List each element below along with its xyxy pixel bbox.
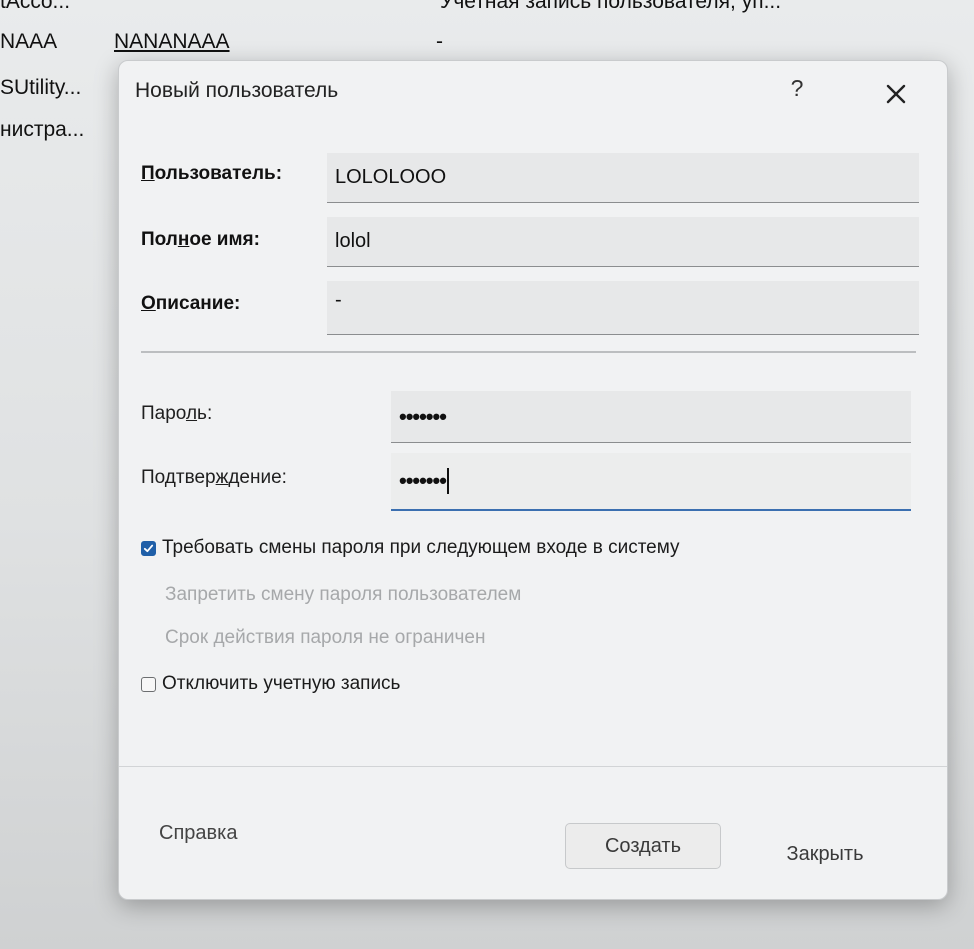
confirm-password-value: ••••••• [399,468,447,493]
forbid-password-change-checkbox: Запретить смену пароля пользователем [141,584,521,606]
password-label-post: ь: [197,403,213,424]
bg-row-3-name: нистра... [0,118,85,141]
unchecked-box-icon[interactable] [141,676,156,692]
help-icon[interactable]: ? [783,75,811,103]
require-password-change-label: Требовать смены пароля при следующем вхо… [162,537,680,558]
bg-row-0-name: tAcco... [0,0,71,13]
bg-row-1-description: - [436,30,443,53]
user-label-accel: П [141,163,155,184]
password-never-expires-label: Срок действия пароля не ограничен [165,627,486,648]
password-never-expires-checkbox: Срок действия пароля не ограничен [141,627,485,649]
description-label-accel: О [141,293,156,314]
fullname-label-post: ое имя: [189,229,260,250]
user-name-input[interactable]: LOLOLOOO [327,153,919,203]
password-label-accel: л [185,403,198,424]
forbid-password-change-label: Запретить смену пароля пользователем [165,584,522,605]
disable-account-checkbox[interactable]: Отключить учетную запись [141,673,400,695]
bg-row-0-description: Учетная запись пользователя, уп... [440,0,782,13]
bg-row-2-name: SUtility... [0,76,82,99]
password-label: Пароль: [141,403,212,425]
text-caret [446,468,449,494]
bg-row-1-fullname: NANANAAA [114,30,230,53]
bg-row-1-name: NAAA [0,30,58,53]
password-input[interactable]: ••••••• [391,391,911,443]
description-label-post: писание: [155,293,241,314]
password-label-pre: Паро [141,403,186,424]
password-value: ••••••• [399,403,447,429]
section-divider [141,351,916,353]
fullname-label: Полное имя: [141,229,260,251]
check-icon[interactable] [141,540,156,556]
confirm-label-accel: ж [215,467,229,488]
description-input[interactable]: - [327,281,919,335]
full-name-input[interactable]: lolol [327,217,919,267]
footer-divider [119,766,947,767]
disable-account-label: Отключить учетную запись [162,673,401,694]
close-icon[interactable] [879,77,913,111]
require-password-change-checkbox[interactable]: Требовать смены пароля при следующем вхо… [141,537,680,559]
new-user-dialog: Новый пользователь ? Пользователь: LOLOL… [118,60,948,900]
confirm-label-pre: Подтвер [141,467,216,488]
user-label: Пользователь: [141,163,282,185]
close-button[interactable]: Закрыть [747,831,903,877]
fullname-label-pre: Пол [141,229,178,250]
confirm-label-post: дение: [228,467,287,488]
full-name-value: lolol [335,230,371,252]
create-button[interactable]: Создать [565,823,721,869]
fullname-label-accel: н [177,229,190,250]
confirm-password-label: Подтверждение: [141,467,287,489]
description-value: - [335,289,342,311]
help-button[interactable]: Справка [159,813,269,853]
confirm-password-input[interactable]: ••••••• [391,453,911,511]
user-name-value: LOLOLOOO [335,166,447,188]
user-label-post: ользователь: [154,163,283,184]
description-label: Описание: [141,293,240,315]
dialog-title: Новый пользователь [135,79,339,102]
